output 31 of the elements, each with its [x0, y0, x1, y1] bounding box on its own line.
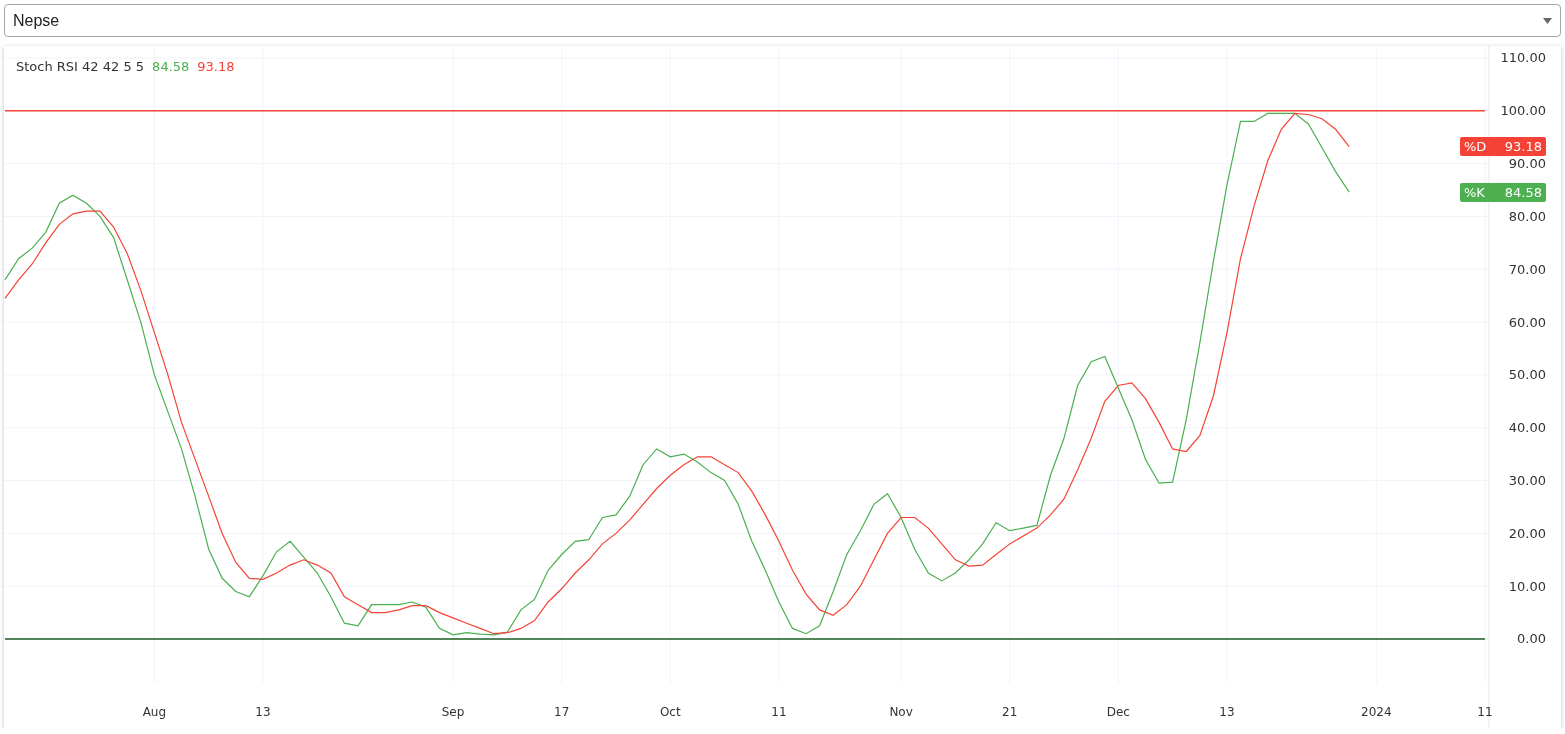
axis-label: 0.00	[1517, 631, 1546, 647]
axis-label: 90.00	[1508, 156, 1546, 172]
axis-label: 40.00	[1508, 420, 1546, 436]
axis-label: 10.00	[1508, 578, 1546, 594]
axis-label: 30.00	[1508, 473, 1546, 489]
axis-label: 100.00	[1500, 103, 1546, 119]
symbol-dropdown[interactable]: Nepse	[4, 4, 1561, 37]
axis-label: 11	[1477, 705, 1493, 719]
axis-label: Dec	[1106, 705, 1130, 719]
axis-label: Aug	[142, 705, 167, 719]
caret-icon	[1543, 17, 1552, 24]
indicator-value: 84.58	[152, 59, 190, 74]
axis-label: 50.00	[1508, 367, 1546, 383]
axis-label: 70.00	[1508, 261, 1546, 277]
axis-label: 13	[255, 705, 271, 719]
indicator-value: 93.18	[197, 59, 235, 74]
axis-label: Oct	[659, 705, 681, 719]
axis-label: 13	[1219, 705, 1235, 719]
axis-label: 21	[1002, 705, 1018, 719]
axis-label: 20.00	[1508, 525, 1546, 541]
axis-label: 60.00	[1508, 314, 1546, 330]
value-badge: %K 84.58	[1460, 182, 1546, 202]
axis-label: Sep	[441, 705, 465, 719]
axis-label: 2024	[1361, 705, 1392, 719]
axis-label: 11	[771, 705, 787, 719]
indicator-title: Stoch RSI 42 42 5 5	[16, 59, 145, 74]
value-badge: %D 93.18	[1460, 137, 1546, 157]
axis-label: Nov	[889, 705, 913, 719]
axis-label: 17	[554, 705, 570, 719]
axis-label: 110.00	[1500, 50, 1546, 66]
axis-label: 80.00	[1508, 208, 1546, 224]
